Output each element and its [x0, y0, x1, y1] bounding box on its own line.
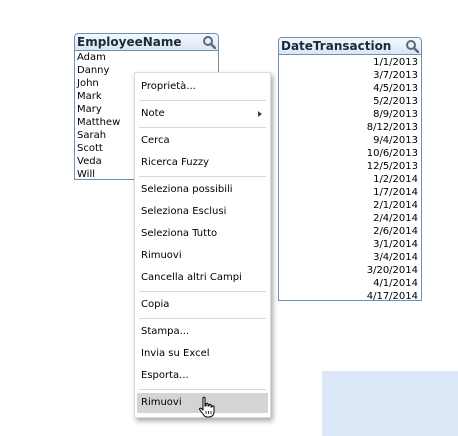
- menu-item-select-excluded[interactable]: Seleziona Esclusi: [137, 202, 268, 222]
- menu-item-fuzzy-search[interactable]: Ricerca Fuzzy: [137, 153, 268, 173]
- list-item[interactable]: 12/5/2013: [279, 160, 421, 173]
- list-item[interactable]: 2/1/2014: [279, 199, 421, 212]
- menu-separator: [139, 176, 266, 177]
- list-item[interactable]: 3/4/2014: [279, 251, 421, 264]
- list-item[interactable]: 4/1/2014: [279, 277, 421, 290]
- list-item[interactable]: 2/4/2014: [279, 212, 421, 225]
- listbox-caption[interactable]: DateTransaction: [279, 38, 421, 55]
- listbox-caption[interactable]: EmployeeName: [75, 34, 218, 51]
- listbox-title: DateTransaction: [281, 39, 392, 53]
- list-item[interactable]: 3/1/2014: [279, 238, 421, 251]
- list-item[interactable]: 5/2/2013: [279, 95, 421, 108]
- list-item[interactable]: 4/5/2013: [279, 82, 421, 95]
- menu-item-select-possible[interactable]: Seleziona possibili: [137, 180, 268, 200]
- list-item[interactable]: 8/12/2013: [279, 121, 421, 134]
- menu-separator: [139, 318, 266, 319]
- listbox-values[interactable]: 1/1/2013 3/7/2013 4/5/2013 5/2/2013 8/9/…: [279, 56, 421, 300]
- menu-separator: [139, 127, 266, 128]
- menu-separator: [139, 100, 266, 101]
- list-item[interactable]: 8/9/2013: [279, 108, 421, 121]
- list-item[interactable]: 4/17/2014: [279, 290, 421, 300]
- menu-item-send-to-excel[interactable]: Invia su Excel: [137, 344, 268, 364]
- menu-item-clear[interactable]: Rimuovi: [137, 246, 268, 266]
- hand-pointer-icon: [199, 396, 215, 418]
- menu-item-search[interactable]: Cerca: [137, 131, 268, 151]
- menu-separator: [139, 291, 266, 292]
- menu-item-clear-other-fields[interactable]: Cancella altri Campi: [137, 268, 268, 288]
- menu-item-export[interactable]: Esporta...: [137, 366, 268, 386]
- context-menu: Proprietà... Note Cerca Ricerca Fuzzy Se…: [134, 72, 271, 418]
- listbox-title: EmployeeName: [77, 35, 182, 49]
- chevron-right-icon: [258, 111, 262, 117]
- list-item[interactable]: 1/1/2013: [279, 56, 421, 69]
- menu-item-label: Note: [141, 108, 165, 119]
- list-item[interactable]: 1/2/2014: [279, 173, 421, 186]
- search-icon[interactable]: [202, 35, 216, 49]
- list-item[interactable]: 1/7/2014: [279, 186, 421, 199]
- menu-item-note[interactable]: Note: [137, 104, 268, 124]
- list-item[interactable]: 10/6/2013: [279, 147, 421, 160]
- menu-item-select-all[interactable]: Seleziona Tutto: [137, 224, 268, 244]
- search-icon[interactable]: [405, 39, 419, 53]
- menu-item-properties[interactable]: Proprietà...: [137, 77, 268, 97]
- menu-item-print[interactable]: Stampa...: [137, 322, 268, 342]
- date-transaction-listbox[interactable]: DateTransaction 1/1/2013 3/7/2013 4/5/20…: [278, 37, 422, 301]
- sheet-object-background: [322, 371, 458, 436]
- menu-separator: [139, 389, 266, 390]
- list-item[interactable]: 3/7/2013: [279, 69, 421, 82]
- list-item[interactable]: Adam: [75, 51, 218, 64]
- menu-item-copy[interactable]: Copia: [137, 295, 268, 315]
- list-item[interactable]: 9/4/2013: [279, 134, 421, 147]
- list-item[interactable]: 3/20/2014: [279, 264, 421, 277]
- list-item[interactable]: 2/6/2014: [279, 225, 421, 238]
